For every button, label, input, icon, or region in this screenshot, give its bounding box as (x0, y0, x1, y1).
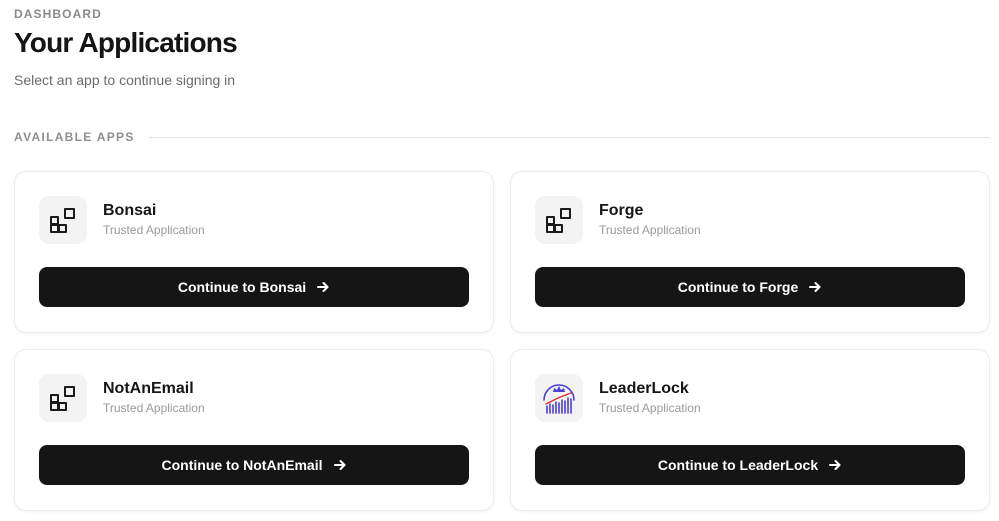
app-name: Bonsai (103, 202, 157, 219)
leaderlock-logo-icon (535, 374, 583, 422)
arrow-right-icon (333, 458, 347, 472)
grid-blocks-icon (39, 374, 87, 422)
app-card-notanemail: NotAnEmail Trusted Application Continue … (14, 349, 494, 511)
page-subtitle: Select an app to continue signing in (14, 72, 236, 88)
section-label: AVAILABLE APPS (14, 130, 135, 144)
app-grid: Bonsai Trusted Application Continue to B… (14, 171, 990, 511)
button-label: Continue to Forge (677, 279, 799, 295)
app-trust-label: Trusted Application (103, 401, 205, 415)
continue-to-notanemail-button[interactable]: Continue to NotAnEmail (39, 445, 469, 485)
app-trust-label: Trusted Application (599, 401, 701, 415)
app-card-leaderlock: LeaderLock Trusted Application Continue … (510, 349, 990, 511)
section-header: AVAILABLE APPS (14, 130, 990, 144)
arrow-right-icon (316, 280, 330, 294)
continue-to-bonsai-button[interactable]: Continue to Bonsai (39, 267, 469, 307)
arrow-right-icon (808, 280, 822, 294)
continue-to-leaderlock-button[interactable]: Continue to LeaderLock (535, 445, 965, 485)
app-card-bonsai: Bonsai Trusted Application Continue to B… (14, 171, 494, 333)
grid-blocks-icon (39, 196, 87, 244)
page-title: Your Applications (14, 27, 238, 58)
app-name: Forge (599, 202, 644, 219)
button-label: Continue to Bonsai (177, 279, 307, 295)
button-label: Continue to LeaderLock (657, 457, 819, 473)
continue-to-forge-button[interactable]: Continue to Forge (535, 267, 965, 307)
breadcrumb: DASHBOARD (14, 7, 102, 21)
button-label: Continue to NotAnEmail (161, 457, 323, 473)
grid-blocks-icon (535, 196, 583, 244)
app-name: NotAnEmail (103, 380, 194, 397)
app-trust-label: Trusted Application (103, 223, 205, 237)
app-name: LeaderLock (599, 380, 689, 397)
section-divider (148, 136, 990, 138)
app-trust-label: Trusted Application (599, 223, 701, 237)
app-card-forge: Forge Trusted Application Continue to Fo… (510, 171, 990, 333)
arrow-right-icon (828, 458, 842, 472)
